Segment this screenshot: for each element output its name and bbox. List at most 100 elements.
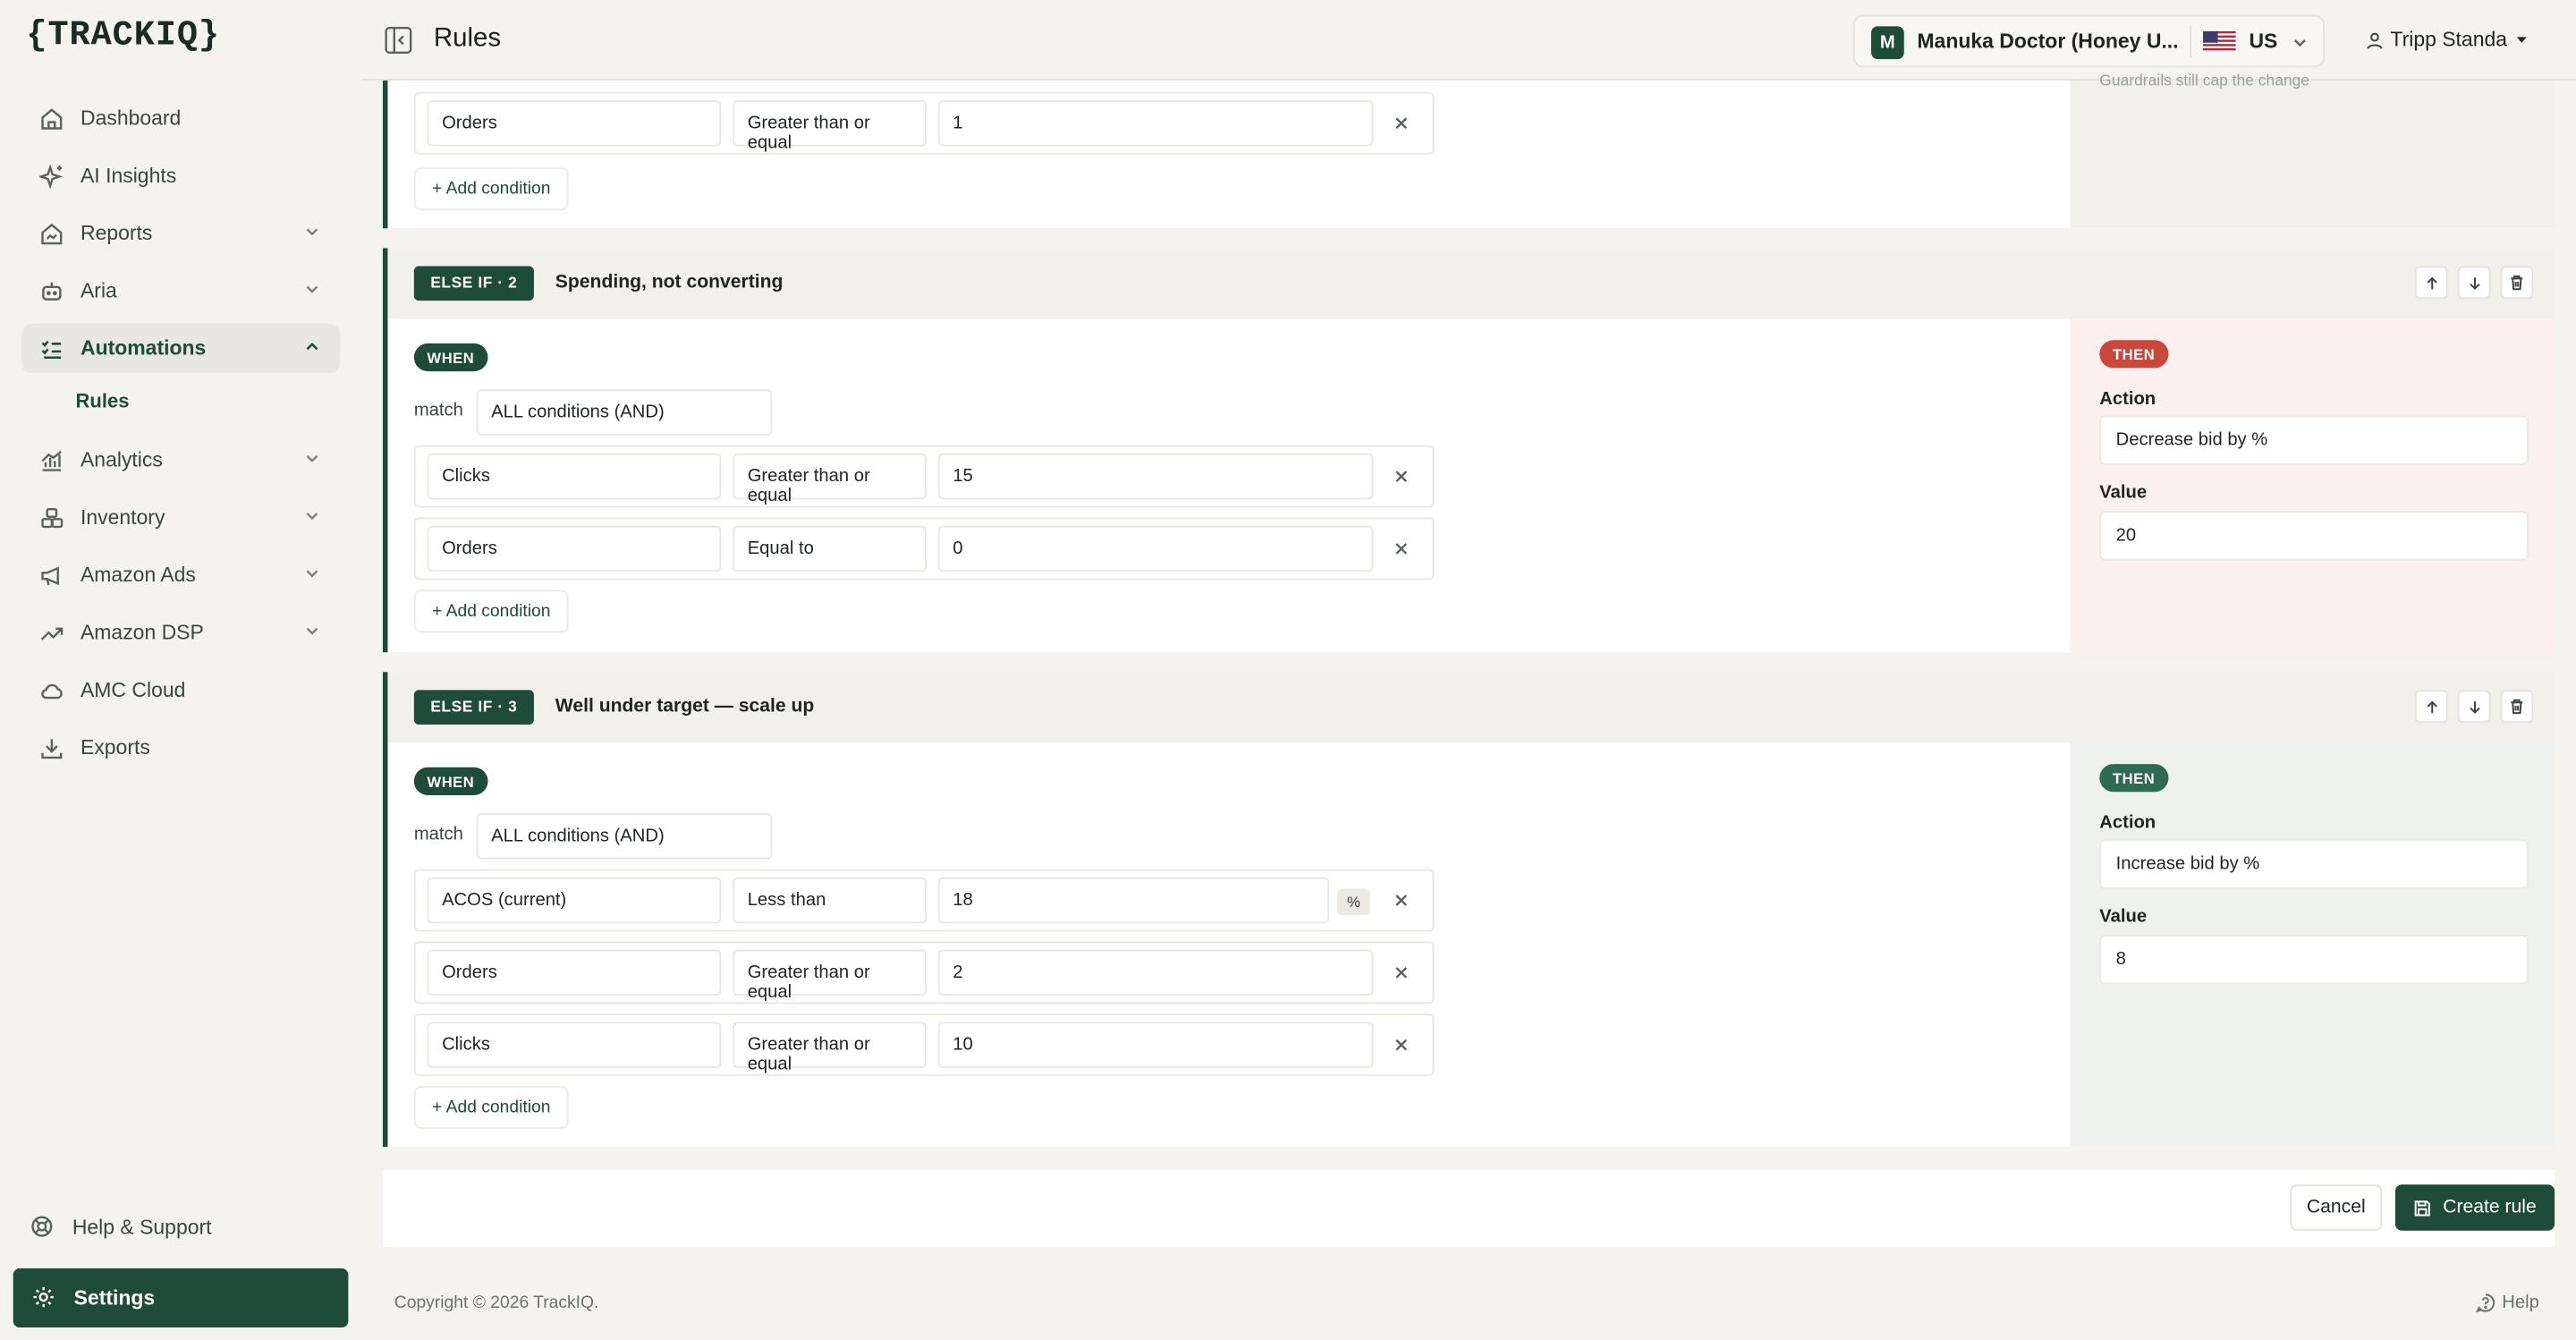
chevron-down-icon <box>306 627 318 635</box>
condition-field[interactable]: ACOS (current) <box>427 877 722 924</box>
chevron-down-icon <box>306 454 318 462</box>
condition-field[interactable]: Orders <box>427 525 722 572</box>
sidebar-item-label: Reports <box>80 221 153 245</box>
store-selector[interactable]: M Manuka Doctor (Honey U... US <box>1852 14 2325 68</box>
condition-row: Orders Greater than or equal 1 <box>413 91 1435 155</box>
sparkle-icon <box>38 163 64 189</box>
remove-condition-icon[interactable] <box>1392 539 1411 558</box>
arrow-up-icon <box>2426 700 2436 713</box>
cancel-button[interactable]: Cancel <box>2290 1184 2383 1231</box>
megaphone-icon <box>38 562 64 588</box>
store-name: Manuka Doctor (Honey U... <box>1917 30 2179 53</box>
app-logo: {TRACKIQ} <box>26 18 220 56</box>
condition-value[interactable]: 2 <box>937 949 1374 997</box>
remove-condition-icon[interactable] <box>1392 963 1411 982</box>
sidebar-item-aria[interactable]: Aria <box>21 267 340 316</box>
sidebar-item-reports[interactable]: Reports <box>21 208 340 258</box>
sidebar-item-automations[interactable]: Automations <box>21 323 341 373</box>
condition-value[interactable]: 1 <box>937 100 1374 147</box>
sidebar-item-label: Aria <box>80 279 117 302</box>
remove-condition-icon[interactable] <box>1392 114 1411 133</box>
move-up-button[interactable] <box>2414 266 2448 300</box>
create-rule-label: Create rule <box>2443 1197 2537 1217</box>
condition-operator[interactable]: Greater than or equal <box>733 453 927 506</box>
help-support-link[interactable]: Help & Support <box>30 1214 212 1240</box>
help-label: Help <box>2502 1293 2539 1313</box>
guardrail-note: Guardrails still cap the change <box>2099 72 2310 89</box>
condition-operator[interactable]: Equal to <box>733 525 927 572</box>
condition-row: Orders Greater than or equal 2 <box>413 941 1435 1005</box>
bar-chart-icon <box>38 447 64 473</box>
add-condition-button[interactable]: + Add condition <box>413 167 569 211</box>
match-select[interactable]: ALL conditions (AND) <box>476 389 773 436</box>
condition-operator[interactable]: Greater than or equal <box>733 1022 927 1074</box>
value-input[interactable]: 8 <box>2099 935 2529 985</box>
delete-rule-button[interactable] <box>2500 690 2534 724</box>
country-code: US <box>2249 30 2278 53</box>
add-condition-button[interactable]: + Add condition <box>413 1086 569 1129</box>
remove-condition-icon[interactable] <box>1392 890 1411 910</box>
delete-rule-button[interactable] <box>2500 266 2534 300</box>
action-select[interactable]: Decrease bid by % <box>2099 415 2529 465</box>
move-up-button[interactable] <box>2414 690 2448 724</box>
user-name: Tripp Standa <box>2390 28 2508 51</box>
condition-field[interactable]: Orders <box>427 100 722 147</box>
condition-value[interactable]: 10 <box>937 1022 1374 1068</box>
arrow-down-icon <box>2469 700 2479 713</box>
trending-up-icon <box>38 619 64 645</box>
copyright: Copyright © 2026 TrackIQ. <box>394 1293 599 1313</box>
then-badge: THEN <box>2099 764 2168 793</box>
rule-name[interactable]: Well under target — scale up <box>555 697 815 717</box>
action-select[interactable]: Increase bid by % <box>2099 839 2529 889</box>
condition-field[interactable]: Clicks <box>427 453 722 500</box>
user-menu[interactable]: Tripp Standa <box>2366 28 2529 51</box>
chevron-down-icon <box>306 285 318 293</box>
condition-operator[interactable]: Greater than or equal <box>733 100 927 153</box>
condition-value[interactable]: 0 <box>937 525 1374 572</box>
sidebar-item-ai-insights[interactable]: AI Insights <box>21 151 340 200</box>
sidebar-item-amazon-dsp[interactable]: Amazon DSP <box>21 608 340 657</box>
move-down-button[interactable] <box>2457 690 2491 724</box>
remove-condition-icon[interactable] <box>1392 467 1411 487</box>
when-badge: WHEN <box>413 343 487 372</box>
sidebar: {TRACKIQ} Dashboard AI Insights Reports … <box>0 0 362 1340</box>
trash-icon <box>2511 699 2523 715</box>
sidebar-item-inventory[interactable]: Inventory <box>21 493 340 542</box>
value-input[interactable]: 20 <box>2099 511 2529 561</box>
download-icon <box>38 734 64 760</box>
add-condition-button[interactable]: + Add condition <box>413 589 569 633</box>
condition-field[interactable]: Orders <box>427 949 722 997</box>
store-avatar: M <box>1871 26 1904 60</box>
settings-button[interactable]: Settings <box>13 1268 349 1328</box>
sidebar-collapse-icon[interactable] <box>385 26 412 62</box>
trash-icon <box>2511 275 2523 291</box>
chevron-up-icon <box>306 342 318 351</box>
chevron-down-icon <box>306 570 318 578</box>
rule-header: ELSE IF · 3 Well under target — scale up <box>387 672 2555 743</box>
create-rule-button[interactable]: Create rule <box>2394 1184 2555 1231</box>
life-buoy-icon <box>30 1214 55 1240</box>
chevron-down-icon <box>306 513 318 521</box>
rule-header: ELSE IF · 2 Spending, not converting <box>387 248 2555 319</box>
help-link[interactable]: Help <box>2475 1293 2539 1313</box>
match-select[interactable]: ALL conditions (AND) <box>476 813 773 860</box>
condition-operator[interactable]: Less than <box>733 877 927 924</box>
condition-operator[interactable]: Greater than or equal <box>733 949 927 1002</box>
sidebar-item-dashboard[interactable]: Dashboard <box>21 94 340 143</box>
move-down-button[interactable] <box>2457 266 2491 300</box>
rule-block-else-if-3: ELSE IF · 3 Well under target — scale up… <box>382 672 2555 1148</box>
sidebar-item-analytics[interactable]: Analytics <box>21 436 340 485</box>
remove-condition-icon[interactable] <box>1392 1035 1411 1055</box>
condition-field[interactable]: Clicks <box>427 1022 722 1068</box>
match-label: match <box>413 825 463 845</box>
sidebar-item-amc-cloud[interactable]: AMC Cloud <box>21 666 340 715</box>
sidebar-subitem-rules[interactable]: Rules <box>75 389 129 412</box>
sidebar-item-exports[interactable]: Exports <box>21 723 340 772</box>
condition-value[interactable]: 15 <box>937 453 1374 500</box>
sidebar-item-amazon-ads[interactable]: Amazon Ads <box>21 550 340 599</box>
arrow-down-icon <box>2469 276 2479 290</box>
condition-value[interactable]: 18 <box>937 877 1329 924</box>
divider <box>2190 24 2192 58</box>
then-badge: THEN <box>2099 340 2168 369</box>
rule-name[interactable]: Spending, not converting <box>555 273 784 293</box>
